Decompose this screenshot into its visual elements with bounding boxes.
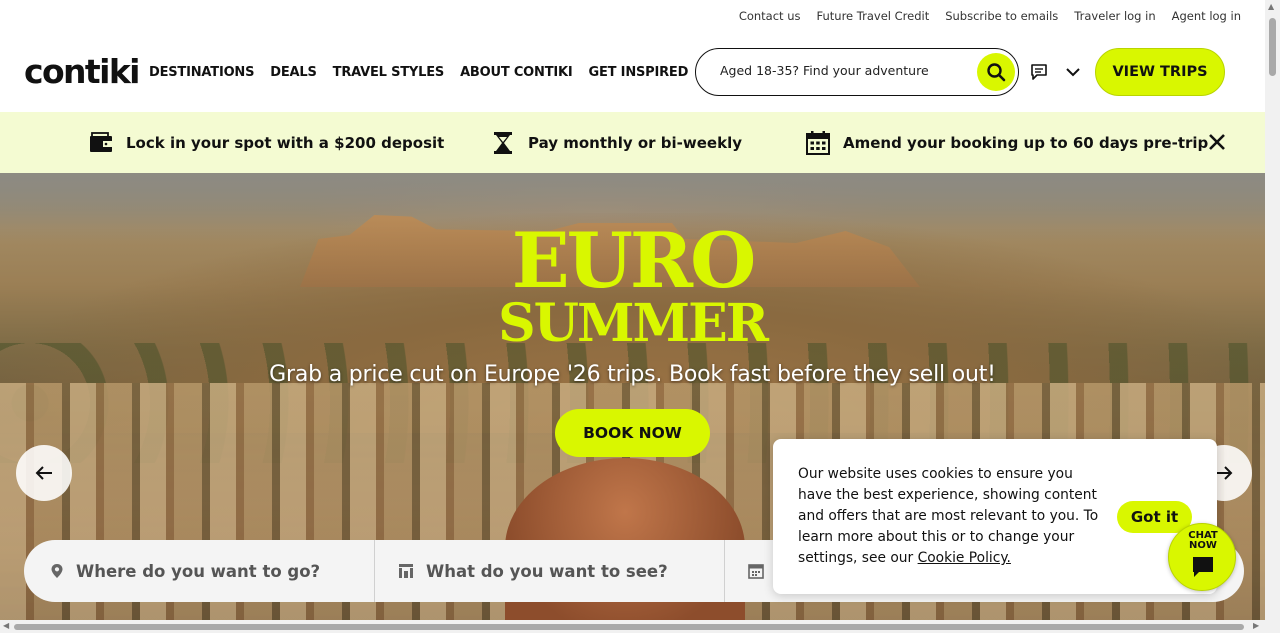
benefits-bar: Lock in your spot with a $200 deposit Pa… — [0, 112, 1265, 173]
benefit-amend: Amend your booking up to 60 days pre-tri… — [805, 130, 1208, 156]
calendar-icon — [748, 564, 764, 579]
main-nav: DESTINATIONS DEALS TRAVEL STYLES ABOUT C… — [149, 65, 688, 80]
benefit-deposit: Lock in your spot with a $200 deposit — [88, 130, 444, 156]
search-icon — [987, 63, 1006, 82]
chat-bubble-icon — [1193, 557, 1213, 577]
nav-deals[interactable]: DEALS — [270, 65, 317, 80]
field-divider — [724, 540, 725, 602]
chat-now-button[interactable]: CHAT NOW — [1168, 523, 1236, 591]
chevron-down-icon[interactable] — [1065, 64, 1081, 80]
cookie-banner: Our website uses cookies to ensure you h… — [773, 439, 1217, 594]
benefit-text: Lock in your spot with a $200 deposit — [126, 134, 445, 152]
carousel-prev-button[interactable] — [16, 445, 72, 501]
interest-placeholder: What do you want to see? — [426, 561, 668, 581]
book-now-button[interactable]: BOOK NOW — [555, 409, 710, 457]
search-button[interactable] — [977, 53, 1015, 91]
got-it-button[interactable]: Got it — [1117, 501, 1192, 533]
scroll-up-icon[interactable]: ▲ — [1268, 2, 1274, 11]
search-input[interactable] — [720, 63, 960, 78]
cookie-message: Our website uses cookies to ensure you h… — [798, 464, 1108, 569]
nav-about-contiki[interactable]: ABOUT CONTIKI — [460, 65, 573, 80]
interest-field[interactable]: What do you want to see? — [398, 540, 668, 602]
hourglass-icon — [494, 132, 512, 154]
utility-bar: Contact us Future Travel Credit Subscrib… — [0, 0, 1265, 34]
wallet-icon — [90, 132, 112, 152]
contiki-logo[interactable]: contiki — [24, 52, 140, 91]
landmark-icon — [399, 564, 413, 578]
subscribe-link[interactable]: Subscribe to emails — [945, 9, 1058, 23]
destination-field[interactable]: Where do you want to go? — [50, 540, 320, 602]
nav-get-inspired[interactable]: GET INSPIRED — [589, 65, 689, 80]
nav-travel-styles[interactable]: TRAVEL STYLES — [333, 65, 445, 80]
scroll-right-icon[interactable]: ▶ — [1253, 621, 1259, 630]
destination-placeholder: Where do you want to go? — [76, 561, 321, 581]
benefit-text: Amend your booking up to 60 days pre-tri… — [843, 134, 1209, 152]
benefit-text: Pay monthly or bi-weekly — [528, 134, 742, 152]
arrow-right-icon — [1216, 466, 1233, 480]
nav-destinations[interactable]: DESTINATIONS — [149, 65, 254, 80]
site-search — [695, 48, 1019, 96]
view-trips-button[interactable]: VIEW TRIPS — [1095, 48, 1225, 96]
hero-title-summer: SUMMER — [498, 293, 769, 354]
vertical-scroll-thumb[interactable] — [1269, 18, 1276, 76]
benefit-payments: Pay monthly or bi-weekly — [490, 130, 742, 156]
utility-links: Contact us Future Travel Credit Subscrib… — [739, 9, 1241, 23]
chat-now-line2: NOW — [1189, 540, 1217, 551]
field-divider — [374, 540, 375, 602]
cookie-policy-link[interactable]: Cookie Policy. — [918, 550, 1011, 566]
hero-subtitle: Grab a price cut on Europe '26 trips. Bo… — [269, 362, 996, 387]
contact-us-link[interactable]: Contact us — [739, 9, 801, 23]
agent-login-link[interactable]: Agent log in — [1172, 9, 1241, 23]
main-header: contiki DESTINATIONS DEALS TRAVEL STYLES… — [0, 34, 1265, 112]
arrow-left-icon — [35, 466, 52, 480]
hero-title-euro: EURO — [511, 216, 757, 305]
scroll-left-icon[interactable]: ◀ — [3, 621, 9, 630]
calendar-icon — [806, 131, 830, 155]
close-icon[interactable] — [1207, 132, 1227, 152]
chat-bubble-icon[interactable] — [1029, 62, 1049, 82]
horizontal-scrollbar[interactable]: ◀ ▶ — [0, 620, 1265, 633]
chat-now-label: CHAT NOW — [1169, 531, 1237, 551]
location-pin-icon — [51, 564, 63, 578]
vertical-scrollbar[interactable]: ▲ — [1265, 0, 1280, 633]
future-travel-credit-link[interactable]: Future Travel Credit — [817, 9, 930, 23]
date-field[interactable] — [748, 540, 764, 602]
traveler-login-link[interactable]: Traveler log in — [1074, 9, 1155, 23]
horizontal-scroll-thumb[interactable] — [14, 624, 1244, 630]
